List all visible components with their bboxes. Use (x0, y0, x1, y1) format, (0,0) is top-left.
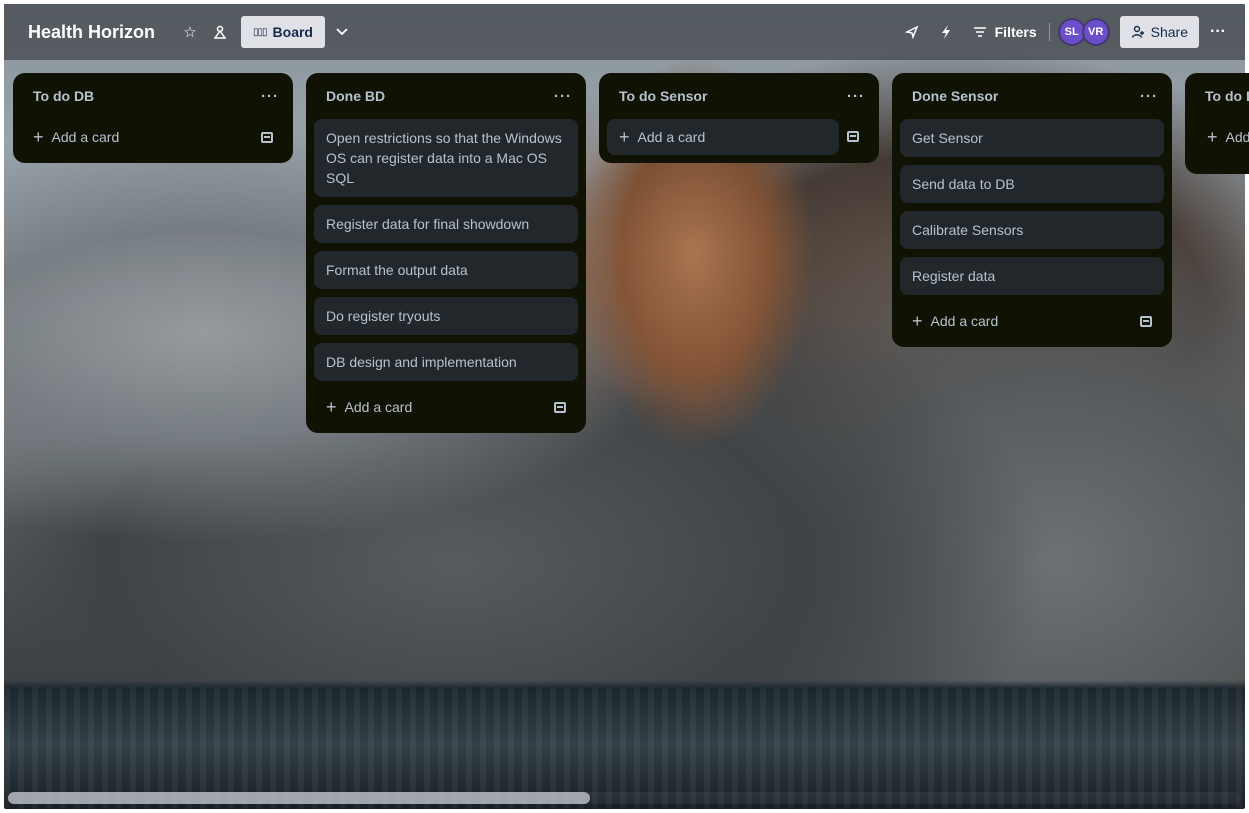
plus-icon: + (912, 311, 923, 331)
list-title[interactable]: To do DB (33, 88, 94, 104)
filters-button[interactable]: Filters (963, 24, 1047, 40)
list-header: Done Sensor ··· (892, 73, 1172, 119)
plus-icon: + (33, 127, 44, 147)
plus-icon: + (619, 127, 630, 147)
board-view-label: Board (272, 24, 313, 40)
add-card-button[interactable]: + Add a card (21, 119, 285, 155)
card-template-icon[interactable] (847, 131, 859, 142)
list-menu-icon[interactable]: ··· (261, 88, 279, 105)
list-menu-icon[interactable]: ··· (847, 88, 865, 105)
list-menu-icon[interactable]: ··· (1140, 88, 1158, 105)
add-card-label: Add a card (637, 129, 706, 145)
add-card-label: Add a card (930, 313, 999, 329)
lake-reflection (4, 687, 1245, 809)
plus-icon: + (1207, 127, 1218, 147)
star-icon[interactable]: ☆ (175, 16, 205, 48)
list-done-bd: Done BD ··· Open restrictions so that th… (306, 73, 586, 433)
card[interactable]: Send data to DB (900, 165, 1164, 203)
header-divider (1048, 23, 1050, 41)
card[interactable]: Do register tryouts (314, 297, 578, 335)
list-title[interactable]: To do Sensor (619, 88, 707, 104)
card-template-icon[interactable] (261, 131, 273, 143)
card[interactable]: Calibrate Sensors (900, 211, 1164, 249)
list-done-sensor: Done Sensor ··· Get Sensor Send data to … (892, 73, 1172, 347)
workspace-visibility-icon[interactable] (205, 16, 235, 48)
card[interactable]: DB design and implementation (314, 343, 578, 381)
list-title[interactable]: To do I (1205, 88, 1249, 104)
list-to-do-db: To do DB ··· + Add a card (13, 73, 293, 163)
member-avatars: SL VR (1057, 18, 1110, 46)
card[interactable]: Format the output data (314, 251, 578, 289)
scrollbar-thumb[interactable] (8, 792, 590, 804)
add-card-row: + Add a card (599, 119, 879, 155)
plus-icon: + (326, 397, 337, 417)
header-actions: Filters SL VR Share ··· (895, 16, 1237, 48)
list-header: Done BD ··· (306, 73, 586, 119)
list-menu-icon[interactable]: ··· (554, 88, 572, 105)
board-header: Health Horizon ☆ ▯▯▯ Board Filters SL VR… (4, 4, 1245, 60)
card[interactable]: Get Sensor (900, 119, 1164, 157)
list-header: To do Sensor ··· (599, 73, 879, 119)
filter-icon (973, 27, 986, 37)
rocket-icon[interactable] (895, 16, 929, 48)
card-template-icon[interactable] (554, 401, 566, 413)
add-card-label: Add a card (344, 399, 413, 415)
list-header: To do DB ··· (13, 73, 293, 119)
board-title[interactable]: Health Horizon (28, 22, 155, 43)
horizontal-scrollbar[interactable] (8, 792, 1241, 804)
list-to-do-sensor: To do Sensor ··· + Add a card (599, 73, 879, 163)
add-card-button[interactable]: + Add a card (900, 303, 1164, 339)
avatar[interactable]: VR (1081, 18, 1110, 46)
card[interactable]: Register data for final showdown (314, 205, 578, 243)
list-title[interactable]: Done Sensor (912, 88, 998, 104)
more-icon[interactable]: ··· (1199, 23, 1237, 41)
list-header: To do I (1185, 73, 1249, 119)
board-view-icon: ▯▯▯ (253, 26, 267, 38)
share-label: Share (1150, 24, 1188, 40)
add-card-button[interactable]: + Add (1193, 119, 1249, 155)
filters-label: Filters (994, 24, 1037, 40)
board-view-button[interactable]: ▯▯▯ Board (241, 16, 325, 48)
list-title[interactable]: Done BD (326, 88, 385, 104)
card-template-icon[interactable] (1140, 315, 1152, 327)
add-person-icon (1131, 25, 1144, 38)
lightning-icon[interactable] (929, 16, 963, 48)
chevron-down-icon[interactable] (335, 24, 349, 40)
add-card-label: Add a card (51, 129, 120, 145)
add-card-button[interactable]: + Add a card (314, 389, 578, 425)
add-card-label: Add (1225, 129, 1249, 145)
add-card-button[interactable]: + Add a card (607, 119, 839, 155)
list-to-do-partial: To do I + Add (1185, 73, 1249, 174)
card[interactable]: Open restrictions so that the Windows OS… (314, 119, 578, 197)
card[interactable]: Register data (900, 257, 1164, 295)
share-button[interactable]: Share (1119, 16, 1199, 48)
